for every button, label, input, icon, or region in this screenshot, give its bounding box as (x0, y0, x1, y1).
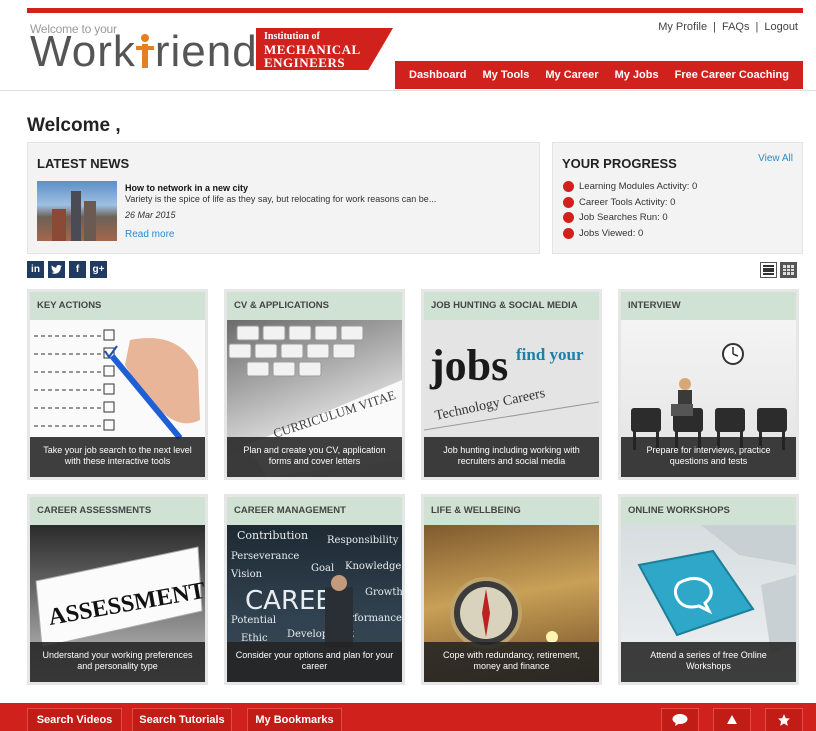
workfriend-logo[interactable]: Welcome to your Work riend (30, 22, 257, 74)
progress-item: Learning Modules Activity: 0 (563, 179, 697, 195)
chalk-word: Growth (365, 587, 402, 598)
tile-life-wellbeing[interactable]: LIFE & WELLBEING Cope with redundancy, r… (421, 494, 602, 685)
logo-wordmark: Work riend (30, 30, 258, 74)
progress-label: Job Searches Run: 0 (579, 212, 668, 224)
chalk-word: Contribution (237, 529, 308, 542)
account-links: My Profile | FAQs | Logout (658, 21, 798, 33)
grid-view-icon[interactable] (780, 262, 797, 278)
nav-free-career-coaching[interactable]: Free Career Coaching (675, 69, 789, 81)
tile-job-hunting[interactable]: JOB HUNTING & SOCIAL MEDIA jobs find you… (421, 289, 602, 480)
news-thumbnail[interactable] (37, 181, 117, 241)
tile-cv-applications[interactable]: CV & APPLICATIONS CURRICULUM VITAE Plan … (224, 289, 405, 480)
tile-caption: Take your job search to the next level w… (30, 437, 205, 477)
tile-title: KEY ACTIONS (30, 292, 205, 320)
news-date: 26 Mar 2015 (125, 210, 176, 220)
bell-icon[interactable] (713, 708, 751, 731)
progress-label: Career Tools Activity: 0 (579, 196, 676, 208)
search-tutorials-button[interactable]: Search Tutorials (132, 708, 232, 731)
tile-title: CV & APPLICATIONS (227, 292, 402, 320)
status-dot-icon (563, 181, 574, 193)
nav-dashboard[interactable]: Dashboard (409, 69, 466, 81)
tile-caption: Prepare for interviews, practice questio… (621, 437, 796, 477)
find-your-text: find your (516, 345, 584, 364)
linkedin-icon[interactable]: in (27, 261, 44, 278)
progress-label: Learning Modules Activity: 0 (579, 181, 698, 193)
jobs-headline: jobs (429, 341, 508, 390)
chalk-word: Vision (230, 569, 263, 580)
chalk-word: Responsibility (327, 535, 399, 546)
tile-caption: Understand your working preferences and … (30, 642, 205, 682)
header-divider (0, 90, 816, 91)
google-plus-icon[interactable]: g+ (90, 261, 107, 278)
your-progress-panel: YOUR PROGRESS View All Learning Modules … (552, 142, 803, 254)
latest-news-panel: LATEST NEWS How to network in a new city… (27, 142, 540, 254)
faqs-link[interactable]: FAQs (722, 21, 750, 33)
twitter-icon[interactable] (48, 261, 65, 278)
tile-online-workshops[interactable]: ONLINE WORKSHOPS Attend a series of free… (618, 494, 799, 685)
chalk-word: Potential (231, 615, 276, 626)
social-share-bar: in f g+ (27, 261, 107, 278)
progress-item: Jobs Viewed: 0 (563, 226, 697, 242)
tile-key-actions[interactable]: KEY ACTIONS Take your job search to the … (27, 289, 208, 480)
tile-title: CAREER MANAGEMENT (227, 497, 402, 525)
status-dot-icon (563, 227, 574, 239)
tile-title: CAREER ASSESSMENTS (30, 497, 205, 525)
tile-caption: Job hunting including working with recru… (424, 437, 599, 477)
tile-title: ONLINE WORKSHOPS (621, 497, 796, 525)
tile-caption: Consider your options and plan for your … (227, 642, 402, 682)
progress-item: Career Tools Activity: 0 (563, 195, 697, 211)
tile-caption: Plan and create you CV, application form… (227, 437, 402, 477)
your-progress-title: YOUR PROGRESS (562, 156, 677, 171)
logo-text-start: Work (30, 27, 136, 76)
chalk-word: Perseverance (231, 551, 299, 562)
tile-career-assessments[interactable]: CAREER ASSESSMENTS ASSESSMENT Understand… (27, 494, 208, 685)
tile-caption: Cope with redundancy, retirement, money … (424, 642, 599, 682)
logout-link[interactable]: Logout (764, 21, 798, 33)
tile-title: LIFE & WELLBEING (424, 497, 599, 525)
partner-logo: Institution of MECHANICAL ENGINEERS (256, 28, 393, 70)
nav-my-career[interactable]: My Career (545, 69, 598, 81)
latest-news-title: LATEST NEWS (37, 156, 130, 171)
partner-line2: MECHANICAL (264, 41, 361, 57)
person-icon (135, 34, 154, 68)
nav-my-jobs[interactable]: My Jobs (615, 69, 659, 81)
facebook-icon[interactable]: f (69, 261, 86, 278)
list-view-icon[interactable] (760, 262, 777, 278)
my-bookmarks-button[interactable]: My Bookmarks (247, 708, 342, 731)
read-more-link[interactable]: Read more (125, 229, 174, 240)
view-toggle (760, 262, 797, 278)
nav-my-tools[interactable]: My Tools (482, 69, 529, 81)
tile-title: INTERVIEW (621, 292, 796, 320)
news-headline[interactable]: How to network in a new city (125, 183, 248, 193)
news-summary: Variety is the spice of life as they say… (125, 194, 437, 204)
tile-title: JOB HUNTING & SOCIAL MEDIA (424, 292, 599, 320)
chat-icon[interactable] (661, 708, 699, 731)
main-navigation: Dashboard My Tools My Career My Jobs Fre… (395, 61, 803, 89)
chalk-word: Knowledge (345, 561, 401, 572)
tile-career-management[interactable]: CAREER MANAGEMENT Contribution Responsib… (224, 494, 405, 685)
progress-label: Jobs Viewed: 0 (579, 227, 644, 239)
progress-item: Job Searches Run: 0 (563, 210, 697, 226)
divider: | (713, 21, 716, 33)
progress-list: Learning Modules Activity: 0 Career Tool… (563, 179, 697, 241)
status-dot-icon (563, 212, 574, 224)
search-videos-button[interactable]: Search Videos (27, 708, 122, 731)
page-title: Welcome , (27, 115, 121, 136)
tile-interview[interactable]: INTERVIEW Prepare for interviews, practi… (618, 289, 799, 480)
top-accent-bar (27, 8, 803, 13)
status-dot-icon (563, 196, 574, 208)
my-profile-link[interactable]: My Profile (658, 21, 707, 33)
divider: | (755, 21, 759, 33)
star-icon[interactable] (765, 708, 803, 731)
chalk-word: Goal (311, 563, 334, 574)
view-all-link[interactable]: View All (758, 153, 793, 164)
partner-line3: ENGINEERS (264, 55, 346, 71)
partner-line1: Institution of (264, 31, 320, 42)
logo-text-end: riend (154, 27, 258, 76)
tile-caption: Attend a series of free Online Workshops (621, 642, 796, 682)
